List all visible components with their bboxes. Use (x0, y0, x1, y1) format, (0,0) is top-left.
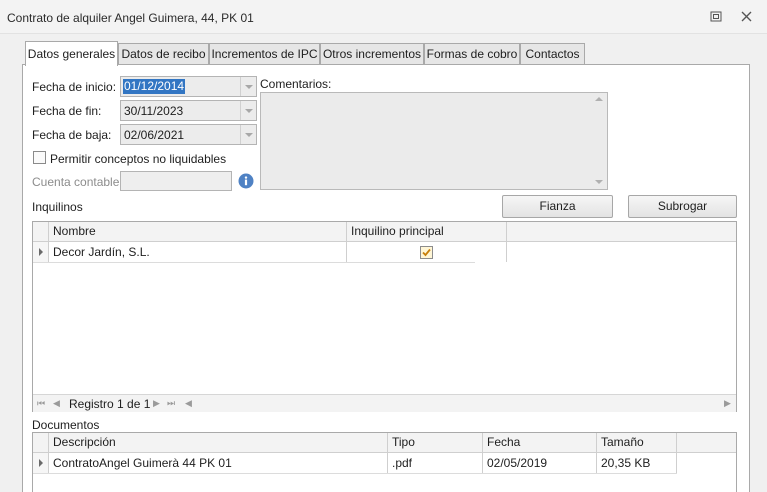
cell-principal[interactable] (347, 242, 507, 262)
subrogar-button[interactable]: Subrogar (628, 195, 737, 218)
comentarios-field[interactable] (260, 92, 608, 190)
fecha-baja-label: Fecha de baja: (32, 128, 112, 142)
documentos-grid[interactable]: Descripción Tipo Fecha Tamaño ContratoAn… (32, 432, 737, 492)
restore-icon[interactable] (705, 8, 727, 26)
cell-fecha: 02/05/2019 (483, 453, 597, 473)
cell-tamano: 20,35 KB (597, 453, 677, 473)
header-indicator (33, 433, 49, 452)
col-nombre[interactable]: Nombre (49, 222, 347, 241)
fecha-baja-field[interactable]: 02/06/2021 (120, 124, 257, 145)
tab-formas-cobro[interactable]: Formas de cobro (424, 43, 520, 65)
window-title: Contrato de alquiler Angel Guimera, 44, … (7, 11, 254, 25)
chevron-down-icon[interactable] (240, 77, 256, 96)
cell-descripcion: ContratoAngel Guimerà 44 PK 01 (49, 453, 388, 473)
info-icon[interactable] (238, 173, 254, 189)
col-descripcion[interactable]: Descripción (49, 433, 388, 452)
tab-datos-generales[interactable]: Datos generales (25, 41, 118, 66)
fecha-fin-value: 30/11/2023 (124, 104, 184, 118)
fecha-inicio-label: Fecha de inicio: (32, 80, 117, 94)
permitir-label: Permitir conceptos no liquidables (50, 152, 227, 166)
col-inquilino-principal[interactable]: Inquilino principal (347, 222, 507, 241)
close-icon[interactable] (736, 8, 758, 26)
record-navigator: ⏮ ◀ Registro 1 de 1 ▶ ⏭ ◀ ▶ (33, 394, 736, 412)
scroll-up-icon[interactable] (595, 97, 603, 101)
header-indicator (33, 222, 49, 241)
last-record-icon[interactable]: ⏭ (167, 399, 175, 408)
col-tipo[interactable]: Tipo (388, 433, 483, 452)
grid-header: Descripción Tipo Fecha Tamaño (33, 433, 736, 453)
col-fecha[interactable]: Fecha (483, 433, 597, 452)
tab-datos-recibo[interactable]: Datos de recibo (118, 43, 209, 65)
scroll-right-icon[interactable]: ▶ (724, 399, 731, 408)
prev-record-icon[interactable]: ◀ (53, 399, 60, 408)
cell-tipo: .pdf (388, 453, 483, 473)
record-count: Registro 1 de 1 (69, 397, 151, 411)
comentarios-label: Comentarios: (260, 77, 332, 91)
fecha-inicio-value: 01/12/2014 (123, 79, 186, 94)
col-tamano[interactable]: Tamaño (597, 433, 677, 452)
cuenta-contable-field[interactable] (120, 171, 232, 191)
next-record-icon[interactable]: ▶ (153, 399, 160, 408)
first-record-icon[interactable]: ⏮ (37, 399, 45, 408)
table-row[interactable]: Decor Jardín, S.L. (33, 242, 507, 263)
fianza-button[interactable]: Fianza (502, 195, 613, 218)
grid-header: Nombre Inquilino principal (33, 222, 736, 242)
chevron-down-icon[interactable] (240, 125, 256, 144)
fecha-inicio-field[interactable]: 01/12/2014 (120, 76, 257, 97)
fecha-baja-value: 02/06/2021 (124, 128, 185, 142)
fecha-fin-label: Fecha de fin: (32, 104, 102, 118)
permitir-checkbox[interactable] (33, 151, 46, 164)
tab-otros-incrementos[interactable]: Otros incrementos (320, 43, 424, 65)
inquilinos-grid[interactable]: Nombre Inquilino principal Decor Jardín,… (32, 221, 737, 412)
cuenta-contable-label: Cuenta contable: (32, 175, 123, 189)
table-row[interactable]: ContratoAngel Guimerà 44 PK 01 .pdf 02/0… (33, 453, 677, 474)
chevron-down-icon[interactable] (240, 101, 256, 120)
tab-incrementos-ipc[interactable]: Incrementos de IPC (209, 43, 320, 65)
checkbox-checked-icon[interactable] (420, 246, 433, 259)
scroll-left-icon[interactable]: ◀ (185, 399, 192, 408)
row-indicator-icon (33, 453, 49, 473)
inquilinos-label: Inquilinos (32, 200, 83, 214)
tab-contactos[interactable]: Contactos (520, 43, 585, 65)
fecha-fin-field[interactable]: 30/11/2023 (120, 100, 257, 121)
scroll-down-icon[interactable] (595, 180, 603, 184)
row-indicator-icon (33, 242, 49, 262)
documentos-label: Documentos (32, 418, 100, 432)
cell-nombre: Decor Jardín, S.L. (49, 242, 347, 262)
